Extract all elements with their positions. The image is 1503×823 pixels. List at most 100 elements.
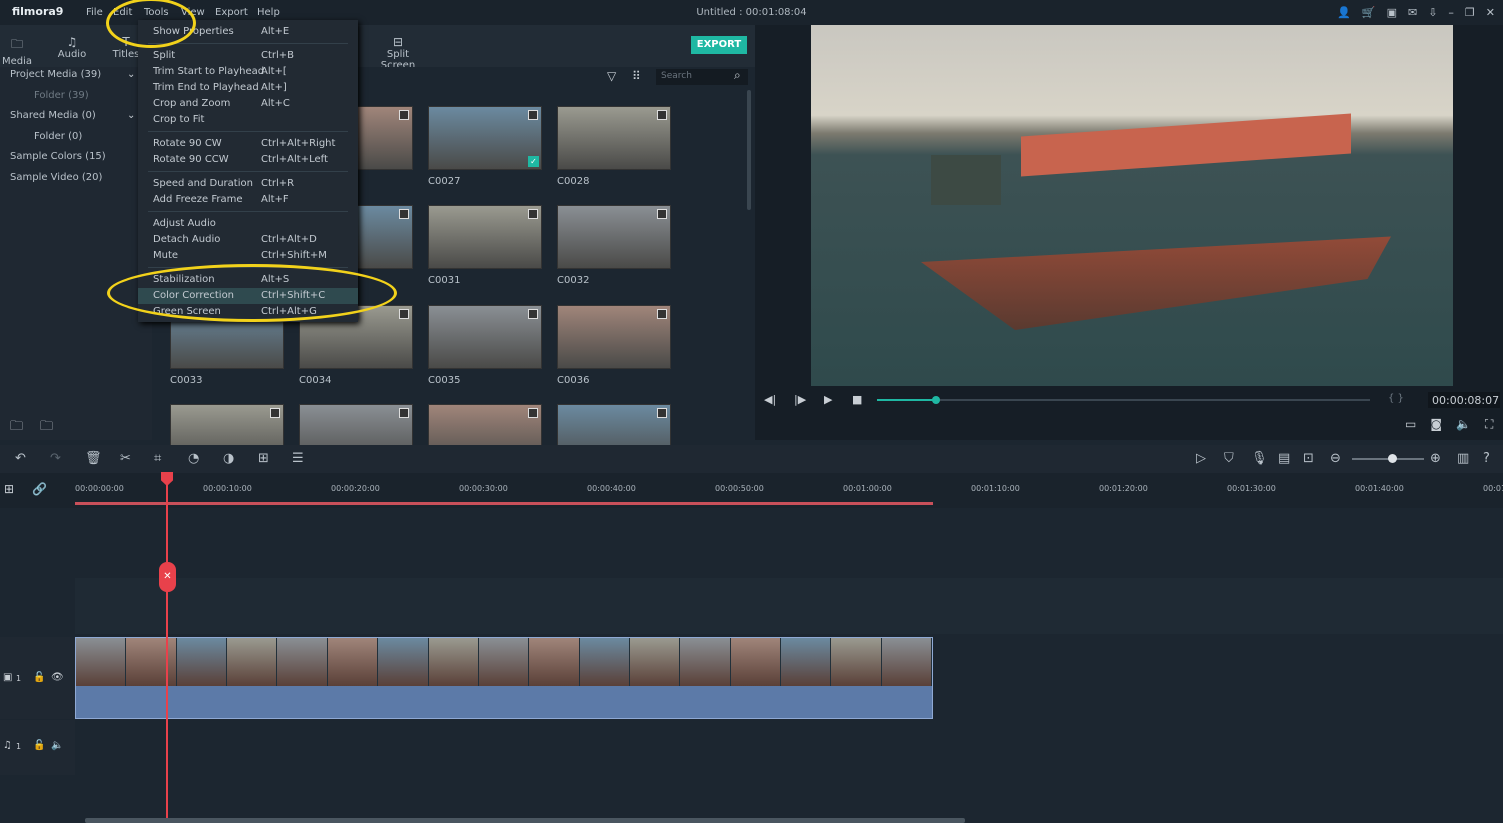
menu-item-speed-and-duration[interactable]: Speed and Duration Ctrl+R xyxy=(138,176,358,192)
filter-icon[interactable]: ▽ xyxy=(607,69,616,83)
video-clip[interactable] xyxy=(75,637,933,719)
sidebar-item-folder[interactable]: Folder (39) xyxy=(34,90,89,101)
export-button[interactable]: EXPORT xyxy=(691,36,747,54)
sidebar-item-project-media[interactable]: Project Media (39) xyxy=(10,69,101,80)
clip-frame xyxy=(227,638,278,686)
account-icon[interactable]: 👤 xyxy=(1337,6,1351,19)
add-track-icon[interactable]: ⊞ xyxy=(4,482,14,496)
render-icon[interactable]: ▷ xyxy=(1196,451,1206,466)
clip-type-icon xyxy=(528,110,538,120)
media-thumbnail[interactable] xyxy=(428,305,542,369)
minimize-icon[interactable]: – xyxy=(1448,6,1454,19)
menu-item-crop-to-fit[interactable]: Crop to Fit xyxy=(138,112,358,128)
play-slow-icon[interactable]: |▶ xyxy=(794,393,806,406)
clip-type-icon xyxy=(657,209,667,219)
zoom-out-icon[interactable]: ⊖ xyxy=(1330,451,1341,466)
tab-media[interactable]: 🗀 Media xyxy=(0,35,37,69)
sidebar-item-shared-folder[interactable]: Folder (0) xyxy=(34,131,82,142)
clip-frame xyxy=(680,638,731,686)
chevron-down-icon[interactable]: ⌄ xyxy=(127,110,135,121)
microphone-icon[interactable]: 🎙 xyxy=(1251,451,1268,466)
folder-icon[interactable]: 🗀 xyxy=(40,417,53,439)
restore-icon[interactable]: ❐ xyxy=(1465,6,1475,19)
layout-icon[interactable]: ▥ xyxy=(1457,451,1469,466)
menu-item-label: Crop and Zoom xyxy=(153,98,231,109)
menu-item-label: Add Freeze Frame xyxy=(153,194,243,205)
undo-icon[interactable]: ↶ xyxy=(15,451,26,466)
clip-type-icon xyxy=(399,309,409,319)
zoom-slider[interactable] xyxy=(1352,454,1424,463)
menu-item-rotate-90-ccw[interactable]: Rotate 90 CCW Ctrl+Alt+Left xyxy=(138,152,358,168)
speaker-icon[interactable]: 🔈 xyxy=(51,740,63,751)
play-icon[interactable]: ▶ xyxy=(824,393,832,406)
clip-type-icon xyxy=(657,408,667,418)
clip-frame xyxy=(730,638,782,686)
download-icon[interactable]: ⇩ xyxy=(1428,6,1437,19)
playback-slider[interactable] xyxy=(877,396,1370,404)
media-scrollbar[interactable] xyxy=(747,90,751,210)
snapshot-icon[interactable]: ◙ xyxy=(1430,417,1442,432)
stop-icon[interactable]: ■ xyxy=(852,393,862,406)
volume-icon[interactable]: 🔈 xyxy=(1456,417,1471,432)
sidebar-item-sample-colors[interactable]: Sample Colors (15) xyxy=(10,151,106,162)
delete-icon[interactable]: 🗑 xyxy=(85,451,102,466)
grid-view-icon[interactable]: ⠿ xyxy=(632,69,641,83)
menu-item-crop-and-zoom[interactable]: Crop and Zoom Alt+C xyxy=(138,96,358,112)
green-screen-icon[interactable]: ⊞ xyxy=(258,451,269,466)
speed-icon[interactable]: ◔ xyxy=(188,451,199,466)
checked-icon: ✓ xyxy=(528,156,539,167)
crop-icon[interactable]: ⌗ xyxy=(154,451,161,466)
redo-icon[interactable]: ↷ xyxy=(50,451,61,466)
menu-item-split[interactable]: Split Ctrl+B xyxy=(138,48,358,64)
timeline-scrollbar[interactable] xyxy=(85,818,965,823)
media-thumbnail[interactable] xyxy=(557,205,671,269)
link-icon[interactable]: 🔗 xyxy=(32,482,47,496)
menu-item-label: Speed and Duration xyxy=(153,178,253,189)
sidebar-item-shared-media[interactable]: Shared Media (0) xyxy=(10,110,96,121)
previous-frame-icon[interactable]: ◀| xyxy=(764,393,776,406)
menu-item-trim-end-to-playhead[interactable]: Trim End to Playhead Alt+] xyxy=(138,80,358,96)
subtitle-icon[interactable]: ⊡ xyxy=(1303,451,1314,466)
new-folder-icon[interactable]: 🗀 xyxy=(10,417,23,439)
save-icon[interactable]: ▣ xyxy=(1387,6,1397,19)
menu-item-detach-audio[interactable]: Detach Audio Ctrl+Alt+D xyxy=(138,232,358,248)
menu-item-rotate-90-cw[interactable]: Rotate 90 CW Ctrl+Alt+Right xyxy=(138,136,358,152)
voiceover-icon[interactable]: ▤ xyxy=(1278,451,1290,466)
clip-type-icon xyxy=(657,309,667,319)
media-thumbnail[interactable] xyxy=(428,205,542,269)
timeline-ruler[interactable]: ⊞ 🔗 00:00:00:00 00:00:10:00 00:00:20:00 00:… xyxy=(0,473,1503,508)
lock-icon[interactable]: 🔓 xyxy=(33,672,45,683)
media-thumbnail[interactable]: ✓ xyxy=(428,106,542,170)
tab-audio[interactable]: ♫ Audio xyxy=(52,35,92,60)
display-icon[interactable]: ▭ xyxy=(1405,417,1416,432)
video-track-header: ▣ 1 🔓 👁 xyxy=(0,637,75,719)
media-thumbnail[interactable] xyxy=(557,106,671,170)
playhead[interactable] xyxy=(166,478,168,823)
zoom-in-icon[interactable]: ⊕ xyxy=(1430,451,1441,466)
sidebar-item-sample-video[interactable]: Sample Video (20) xyxy=(10,172,102,183)
cart-icon[interactable]: 🛒 xyxy=(1362,6,1376,19)
ruler-label: 00:00:30:00 xyxy=(459,484,508,493)
marker-icon[interactable]: ⛉ xyxy=(1224,451,1234,466)
menu-item-adjust-audio[interactable]: Adjust Audio xyxy=(138,216,358,232)
clip-frame xyxy=(428,638,479,686)
help-icon[interactable]: ? xyxy=(1483,451,1490,466)
audio-mixer-icon[interactable]: ☰ xyxy=(292,451,304,466)
menu-item-add-freeze-frame[interactable]: Add Freeze Frame Alt+F xyxy=(138,192,358,208)
chevron-down-icon[interactable]: ⌄ xyxy=(127,69,135,80)
color-icon[interactable]: ◑ xyxy=(223,451,234,466)
cut-icon[interactable]: ✂ xyxy=(120,451,131,466)
split-marker-icon[interactable]: ✕ xyxy=(159,562,176,592)
menu-item-trim-start-to-playhead[interactable]: Trim Start to Playhead Alt+[ xyxy=(138,64,358,80)
media-thumbnail[interactable] xyxy=(557,305,671,369)
close-icon[interactable]: ✕ xyxy=(1486,6,1495,19)
eye-icon[interactable]: 👁 xyxy=(51,672,64,683)
mark-in-out-icon[interactable]: { } xyxy=(1388,393,1404,404)
lock-icon[interactable]: 🔓 xyxy=(33,740,45,751)
menu-item-mute[interactable]: Mute Ctrl+Shift+M xyxy=(138,248,358,264)
mail-icon[interactable]: ✉ xyxy=(1408,6,1417,19)
tab-split-screen[interactable]: ⊟ Split Screen xyxy=(370,35,426,71)
fullscreen-icon[interactable]: ⛶ xyxy=(1485,417,1493,432)
search-icon[interactable]: ⌕ xyxy=(734,68,741,83)
ruler-label: 00:01:20:00 xyxy=(1099,484,1148,493)
